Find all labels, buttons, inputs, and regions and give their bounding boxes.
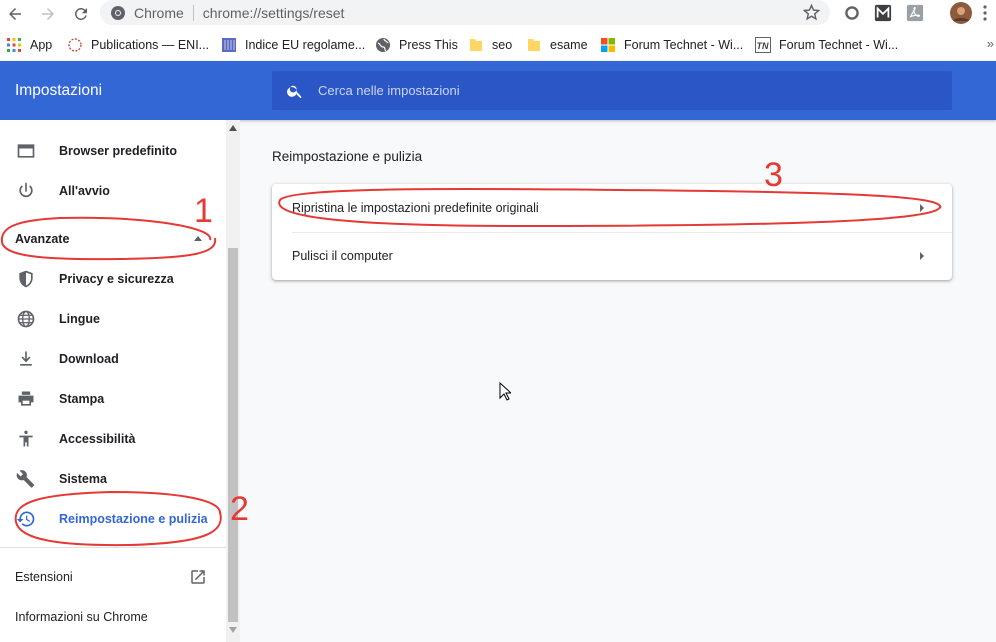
forward-button[interactable] xyxy=(36,2,60,26)
bookmark-label: esame xyxy=(550,37,588,52)
microsoft-icon xyxy=(601,37,615,52)
sidebar-item-label: Reimpostazione e pulizia xyxy=(59,512,208,526)
sidebar-item-label: Sistema xyxy=(59,472,107,486)
wrench-icon xyxy=(16,470,35,488)
settings-search[interactable] xyxy=(272,71,952,110)
sidebar-item-label: Estensioni xyxy=(15,570,73,584)
eni-icon xyxy=(68,37,82,52)
sidebar-item-estensioni[interactable]: Estensioni xyxy=(0,557,226,597)
restore-icon xyxy=(16,511,35,527)
arrow-right-icon xyxy=(42,8,54,20)
download-icon xyxy=(20,351,32,366)
back-button[interactable] xyxy=(3,2,27,26)
bookmarks-more-button[interactable]: » xyxy=(987,36,994,51)
chrome-icon xyxy=(111,5,125,20)
globe-icon xyxy=(17,310,35,328)
power-icon xyxy=(19,182,33,198)
sidebar-item-label: Privacy e sicurezza xyxy=(59,272,174,286)
sidebar-item-download[interactable]: Download xyxy=(0,339,226,379)
bookmark-label: Publications — ENI... xyxy=(91,37,210,52)
bookmark-label: Indice EU regolame... xyxy=(245,37,366,52)
reset-card: Ripristina le impostazioni predefinite o… xyxy=(272,184,952,280)
sidebar: Browser predefinito All'avvio Avanzate P… xyxy=(0,120,226,642)
chevron-right-icon xyxy=(920,204,924,212)
omnibox[interactable]: Chrome chrome://settings/reset xyxy=(100,0,830,25)
mouse-cursor-icon xyxy=(499,382,511,401)
scrollbar-thumb[interactable] xyxy=(228,248,238,622)
print-icon xyxy=(18,391,34,406)
sidebar-item-label: Browser predefinito xyxy=(59,144,178,158)
bookmark-forum-technet-1[interactable]: Forum Technet - Wi... xyxy=(600,28,743,61)
bookmark-forum-technet-2[interactable]: TN Forum Technet - Wi... xyxy=(755,28,898,61)
sidebar-item-reimpostazione[interactable]: Reimpostazione e pulizia xyxy=(0,499,226,539)
sidebar-advanced-label: Avanzate xyxy=(15,232,70,246)
extension-circle-icon[interactable] xyxy=(842,3,862,23)
sidebar-item-accessibilita[interactable]: Accessibilità xyxy=(0,419,226,459)
browser-toolbar: Chrome chrome://settings/reset xyxy=(0,0,996,28)
sidebar-item-lingue[interactable]: Lingue xyxy=(0,299,226,339)
search-icon xyxy=(287,85,302,98)
sidebar-item-sistema[interactable]: Sistema xyxy=(0,459,226,499)
apps-grid-icon xyxy=(7,37,21,52)
scroll-down-icon[interactable] xyxy=(229,627,237,633)
bookmark-label: Forum Technet - Wi... xyxy=(779,37,899,52)
sidebar-item-stampa[interactable]: Stampa xyxy=(0,379,226,419)
menu-icon[interactable] xyxy=(978,3,992,23)
open-in-new-icon xyxy=(191,570,205,584)
bookmark-label: App xyxy=(30,37,53,52)
svg-text:TN: TN xyxy=(757,41,769,51)
bookmark-label: seo xyxy=(492,37,513,52)
sidebar-item-browser-predefinito[interactable]: Browser predefinito xyxy=(0,131,226,171)
bookmark-seo[interactable]: seo xyxy=(468,28,512,61)
sidebar-item-all-avvio[interactable]: All'avvio xyxy=(0,171,226,211)
folder-icon xyxy=(528,38,540,51)
omnibox-url: chrome://settings/reset xyxy=(202,4,345,21)
bookmark-publications[interactable]: Publications — ENI... xyxy=(67,28,209,61)
scroll-up-icon[interactable] xyxy=(229,125,237,131)
page-title: Impostazioni xyxy=(15,82,103,99)
bookmark-press-this[interactable]: Press This xyxy=(375,28,458,61)
search-input[interactable] xyxy=(318,83,918,98)
avatar[interactable] xyxy=(950,2,972,24)
folder-icon xyxy=(470,38,482,51)
sidebar-item-label: All'avvio xyxy=(59,184,110,198)
globe-icon xyxy=(376,37,390,52)
sidebar-item-about[interactable]: Informazioni su Chrome xyxy=(0,597,226,637)
omnibox-chip: Chrome xyxy=(134,4,184,21)
sidebar-item-label: Lingue xyxy=(59,312,100,326)
sidebar-item-label: Download xyxy=(59,352,119,366)
row-label: Pulisci il computer xyxy=(292,249,393,263)
bookmark-esame[interactable]: esame xyxy=(526,28,588,61)
row-label: Ripristina le impostazioni predefinite o… xyxy=(292,201,539,215)
shield-icon xyxy=(19,270,33,288)
book-icon xyxy=(222,37,236,52)
accessibility-icon xyxy=(19,430,33,447)
tn-icon: TN xyxy=(755,36,771,53)
reload-button[interactable] xyxy=(69,2,93,26)
row-restore-defaults[interactable]: Ripristina le impostazioni predefinite o… xyxy=(272,184,952,232)
sidebar-item-label: Accessibilità xyxy=(59,432,136,446)
bookmark-app[interactable]: App xyxy=(6,28,52,61)
bookmark-indice-eu[interactable]: Indice EU regolame... xyxy=(221,28,365,61)
sidebar-item-privacy[interactable]: Privacy e sicurezza xyxy=(0,259,226,299)
star-icon[interactable] xyxy=(803,4,820,21)
extension-m-icon[interactable] xyxy=(873,3,893,23)
settings-header: Impostazioni xyxy=(0,61,996,120)
row-clean-computer[interactable]: Pulisci il computer xyxy=(272,232,952,280)
sidebar-advanced-toggle[interactable]: Avanzate xyxy=(0,219,226,259)
bookmarks-bar: App Publications — ENI... Indice EU rego… xyxy=(0,28,996,61)
bookmark-label: Forum Technet - Wi... xyxy=(624,37,744,52)
section-title: Reimpostazione e pulizia xyxy=(272,149,423,164)
sidebar-item-label: Informazioni su Chrome xyxy=(15,610,148,624)
extension-pdf-icon[interactable] xyxy=(905,3,925,23)
chevron-right-icon xyxy=(920,252,924,260)
reload-icon xyxy=(74,7,87,20)
sidebar-item-label: Stampa xyxy=(59,392,105,406)
bookmark-label: Press This xyxy=(399,37,458,52)
omnibox-separator xyxy=(192,4,194,21)
browser-icon xyxy=(17,144,35,158)
arrow-left-icon xyxy=(9,8,21,20)
sidebar-divider xyxy=(0,547,226,548)
chevron-up-icon xyxy=(194,236,202,241)
